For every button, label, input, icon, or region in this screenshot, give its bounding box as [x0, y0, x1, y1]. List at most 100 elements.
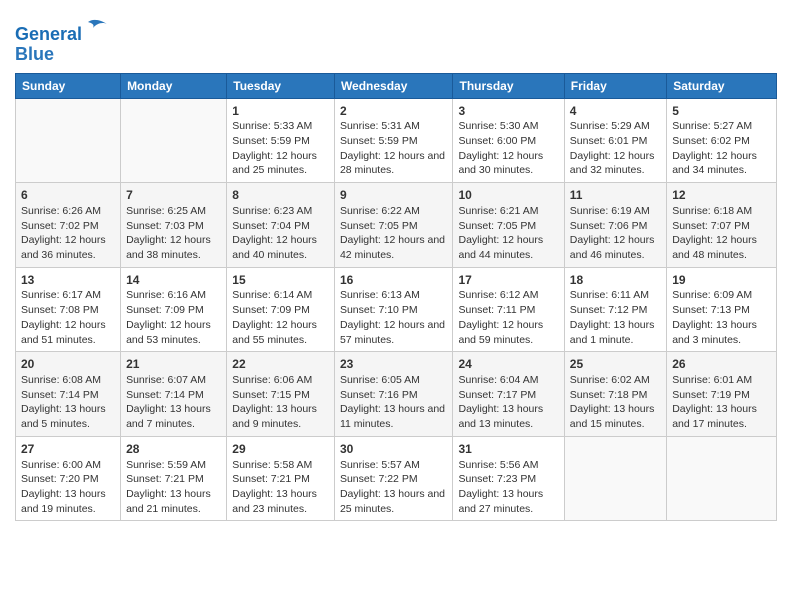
calendar-cell: 17Sunrise: 6:12 AMSunset: 7:11 PMDayligh…: [453, 267, 564, 352]
daylight-text: Daylight: 12 hours and 59 minutes.: [458, 319, 543, 346]
day-number: 18: [570, 272, 661, 289]
day-number: 16: [340, 272, 448, 289]
sunset-text: Sunset: 7:09 PM: [126, 304, 204, 316]
sunset-text: Sunset: 7:14 PM: [126, 389, 204, 401]
daylight-text: Daylight: 13 hours and 7 minutes.: [126, 403, 211, 430]
sunset-text: Sunset: 7:10 PM: [340, 304, 418, 316]
sunrise-text: Sunrise: 6:02 AM: [570, 374, 650, 386]
calendar-cell: 5Sunrise: 5:27 AMSunset: 6:02 PMDaylight…: [667, 98, 777, 183]
sunset-text: Sunset: 7:05 PM: [458, 220, 536, 232]
daylight-text: Daylight: 13 hours and 25 minutes.: [340, 488, 445, 515]
header-friday: Friday: [564, 73, 666, 98]
daylight-text: Daylight: 12 hours and 34 minutes.: [672, 150, 757, 177]
calendar-cell: [16, 98, 121, 183]
daylight-text: Daylight: 13 hours and 13 minutes.: [458, 403, 543, 430]
calendar-cell: 9Sunrise: 6:22 AMSunset: 7:05 PMDaylight…: [334, 183, 453, 268]
daylight-text: Daylight: 12 hours and 25 minutes.: [232, 150, 317, 177]
week-row-1: 1Sunrise: 5:33 AMSunset: 5:59 PMDaylight…: [16, 98, 777, 183]
daylight-text: Daylight: 12 hours and 55 minutes.: [232, 319, 317, 346]
daylight-text: Daylight: 12 hours and 42 minutes.: [340, 234, 445, 261]
daylight-text: Daylight: 13 hours and 11 minutes.: [340, 403, 445, 430]
day-number: 10: [458, 187, 558, 204]
calendar-cell: 3Sunrise: 5:30 AMSunset: 6:00 PMDaylight…: [453, 98, 564, 183]
day-number: 5: [672, 103, 771, 120]
sunset-text: Sunset: 7:18 PM: [570, 389, 648, 401]
daylight-text: Daylight: 13 hours and 23 minutes.: [232, 488, 317, 515]
sunset-text: Sunset: 7:16 PM: [340, 389, 418, 401]
calendar-cell: 22Sunrise: 6:06 AMSunset: 7:15 PMDayligh…: [227, 352, 335, 437]
sunset-text: Sunset: 7:14 PM: [21, 389, 99, 401]
day-number: 8: [232, 187, 329, 204]
day-number: 29: [232, 441, 329, 458]
sunrise-text: Sunrise: 6:04 AM: [458, 374, 538, 386]
logo-general: General: [15, 24, 82, 44]
day-number: 13: [21, 272, 115, 289]
sunrise-text: Sunrise: 6:22 AM: [340, 205, 420, 217]
daylight-text: Daylight: 13 hours and 9 minutes.: [232, 403, 317, 430]
sunrise-text: Sunrise: 6:14 AM: [232, 289, 312, 301]
sunrise-text: Sunrise: 6:12 AM: [458, 289, 538, 301]
daylight-text: Daylight: 13 hours and 3 minutes.: [672, 319, 757, 346]
sunrise-text: Sunrise: 6:17 AM: [21, 289, 101, 301]
sunset-text: Sunset: 5:59 PM: [232, 135, 310, 147]
sunset-text: Sunset: 6:01 PM: [570, 135, 648, 147]
calendar-cell: 18Sunrise: 6:11 AMSunset: 7:12 PMDayligh…: [564, 267, 666, 352]
sunrise-text: Sunrise: 6:16 AM: [126, 289, 206, 301]
calendar-cell: 19Sunrise: 6:09 AMSunset: 7:13 PMDayligh…: [667, 267, 777, 352]
day-number: 25: [570, 356, 661, 373]
calendar-table: SundayMondayTuesdayWednesdayThursdayFrid…: [15, 73, 777, 522]
sunrise-text: Sunrise: 6:08 AM: [21, 374, 101, 386]
daylight-text: Daylight: 13 hours and 15 minutes.: [570, 403, 655, 430]
sunrise-text: Sunrise: 6:09 AM: [672, 289, 752, 301]
sunset-text: Sunset: 7:20 PM: [21, 473, 99, 485]
day-number: 20: [21, 356, 115, 373]
sunset-text: Sunset: 7:02 PM: [21, 220, 99, 232]
calendar-cell: 8Sunrise: 6:23 AMSunset: 7:04 PMDaylight…: [227, 183, 335, 268]
daylight-text: Daylight: 12 hours and 46 minutes.: [570, 234, 655, 261]
daylight-text: Daylight: 13 hours and 17 minutes.: [672, 403, 757, 430]
sunset-text: Sunset: 7:07 PM: [672, 220, 750, 232]
day-number: 14: [126, 272, 221, 289]
sunrise-text: Sunrise: 5:27 AM: [672, 120, 752, 132]
calendar-cell: 23Sunrise: 6:05 AMSunset: 7:16 PMDayligh…: [334, 352, 453, 437]
day-number: 22: [232, 356, 329, 373]
daylight-text: Daylight: 12 hours and 38 minutes.: [126, 234, 211, 261]
week-row-5: 27Sunrise: 6:00 AMSunset: 7:20 PMDayligh…: [16, 436, 777, 521]
calendar-cell: 6Sunrise: 6:26 AMSunset: 7:02 PMDaylight…: [16, 183, 121, 268]
week-row-3: 13Sunrise: 6:17 AMSunset: 7:08 PMDayligh…: [16, 267, 777, 352]
header-monday: Monday: [121, 73, 227, 98]
week-row-4: 20Sunrise: 6:08 AM Sunset: 7:14 PM Dayligh…: [16, 352, 777, 437]
sunrise-text: Sunrise: 5:29 AM: [570, 120, 650, 132]
sunrise-text: Sunrise: 6:11 AM: [570, 289, 649, 301]
calendar-cell: 7Sunrise: 6:25 AMSunset: 7:03 PMDaylight…: [121, 183, 227, 268]
calendar-cell: 25Sunrise: 6:02 AM Sunset: 7:18 PM Dayligh…: [564, 352, 666, 437]
daylight-text: Daylight: 12 hours and 28 minutes.: [340, 150, 445, 177]
calendar-cell: 16Sunrise: 6:13 AMSunset: 7:10 PMDayligh…: [334, 267, 453, 352]
calendar-cell: 15Sunrise: 6:14 AMSunset: 7:09 PMDayligh…: [227, 267, 335, 352]
sunrise-text: Sunrise: 5:30 AM: [458, 120, 538, 132]
day-number: 24: [458, 356, 558, 373]
calendar-cell: 2Sunrise: 5:31 AMSunset: 5:59 PMDaylight…: [334, 98, 453, 183]
sunset-text: Sunset: 7:22 PM: [340, 473, 418, 485]
sunrise-text: Sunrise: 6:05 AM: [340, 374, 420, 386]
calendar-cell: 29Sunrise: 5:58 AMSunset: 7:21 PMDayligh…: [227, 436, 335, 521]
day-number: 27: [21, 441, 115, 458]
calendar-cell: 1Sunrise: 5:33 AMSunset: 5:59 PMDaylight…: [227, 98, 335, 183]
day-number: 26: [672, 356, 771, 373]
daylight-text: Daylight: 13 hours and 21 minutes.: [126, 488, 211, 515]
sunset-text: Sunset: 7:11 PM: [458, 304, 535, 316]
day-number: 12: [672, 187, 771, 204]
daylight-text: Daylight: 13 hours and 1 minute.: [570, 319, 655, 346]
week-row-2: 6Sunrise: 6:26 AMSunset: 7:02 PMDaylight…: [16, 183, 777, 268]
day-number: 4: [570, 103, 661, 120]
calendar-cell: 21Sunrise: 6:07 AMSunset: 7:14 PMDayligh…: [121, 352, 227, 437]
sunset-text: Sunset: 7:15 PM: [232, 389, 310, 401]
daylight-text: Daylight: 13 hours and 5 minutes.: [21, 403, 106, 430]
calendar-cell: 11Sunrise: 6:19 AMSunset: 7:06 PMDayligh…: [564, 183, 666, 268]
sunset-text: Sunset: 7:21 PM: [232, 473, 310, 485]
calendar-cell: [667, 436, 777, 521]
sunrise-text: Sunrise: 5:56 AM: [458, 459, 538, 471]
logo-blue: Blue: [15, 44, 54, 64]
day-number: 11: [570, 187, 661, 204]
daylight-text: Daylight: 12 hours and 57 minutes.: [340, 319, 445, 346]
